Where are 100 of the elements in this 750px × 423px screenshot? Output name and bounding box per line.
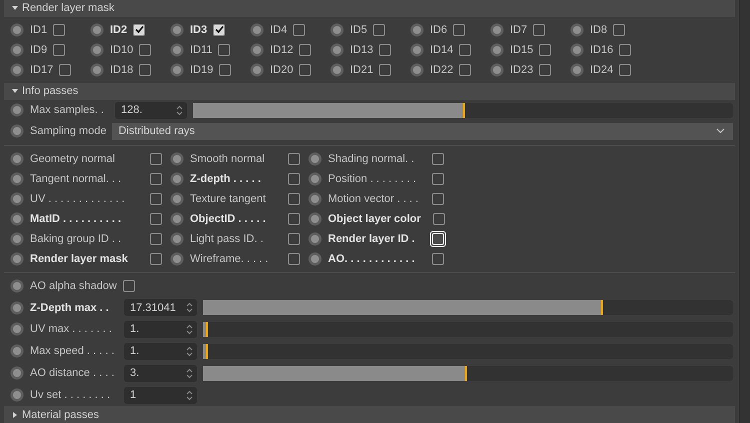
radio-icon[interactable] bbox=[570, 22, 584, 37]
dropdown[interactable]: Distributed rays bbox=[112, 122, 733, 140]
radio-icon[interactable] bbox=[170, 232, 184, 246]
checkbox[interactable] bbox=[150, 252, 162, 265]
radio-icon[interactable] bbox=[410, 42, 424, 57]
checkbox[interactable] bbox=[288, 212, 300, 225]
checkbox[interactable] bbox=[539, 44, 552, 56]
checkbox[interactable] bbox=[150, 232, 162, 245]
checkbox[interactable] bbox=[59, 64, 72, 76]
checkbox[interactable] bbox=[288, 232, 300, 245]
radio-icon[interactable] bbox=[10, 42, 24, 57]
radio-icon[interactable] bbox=[410, 22, 424, 37]
spinner-arrows-icon[interactable] bbox=[186, 346, 193, 357]
checkbox[interactable] bbox=[533, 24, 546, 36]
checkbox[interactable] bbox=[288, 172, 300, 185]
slider-track[interactable] bbox=[193, 102, 733, 118]
number-field[interactable]: 17.31041 bbox=[124, 299, 197, 316]
checkbox[interactable] bbox=[133, 24, 146, 36]
radio-icon[interactable] bbox=[10, 62, 24, 77]
radio-icon[interactable] bbox=[170, 152, 184, 166]
radio-icon[interactable] bbox=[10, 103, 24, 118]
radio-icon[interactable] bbox=[10, 212, 24, 226]
checkbox[interactable] bbox=[139, 44, 152, 56]
section-header[interactable]: Render layer mask bbox=[4, 0, 735, 17]
checkbox[interactable] bbox=[459, 44, 472, 56]
checkbox[interactable] bbox=[432, 172, 444, 185]
radio-icon[interactable] bbox=[10, 152, 24, 166]
radio-icon[interactable] bbox=[10, 300, 24, 314]
radio-icon[interactable] bbox=[170, 212, 184, 226]
checkbox[interactable] bbox=[539, 64, 552, 76]
radio-icon[interactable] bbox=[10, 232, 24, 246]
spinner-arrows-icon[interactable] bbox=[186, 324, 193, 335]
checkbox[interactable] bbox=[459, 64, 472, 76]
radio-icon[interactable] bbox=[10, 22, 24, 37]
number-field[interactable]: 1. bbox=[124, 320, 197, 338]
checkbox[interactable] bbox=[53, 24, 66, 36]
radio-icon[interactable] bbox=[570, 62, 584, 77]
radio-icon[interactable] bbox=[170, 22, 184, 37]
radio-icon[interactable] bbox=[410, 62, 424, 77]
checkbox[interactable] bbox=[150, 212, 162, 225]
radio-icon[interactable] bbox=[10, 279, 24, 294]
spinner-arrows-icon[interactable] bbox=[186, 390, 193, 401]
checkbox[interactable] bbox=[150, 172, 162, 185]
radio-icon[interactable] bbox=[308, 172, 322, 186]
radio-icon[interactable] bbox=[10, 192, 24, 206]
checkbox[interactable] bbox=[288, 192, 300, 205]
radio-icon[interactable] bbox=[570, 42, 584, 57]
section-header[interactable]: Material passes bbox=[4, 406, 735, 423]
spinner-arrows-icon[interactable] bbox=[176, 104, 183, 116]
checkbox[interactable] bbox=[373, 24, 386, 36]
radio-icon[interactable] bbox=[170, 172, 184, 186]
slider-track[interactable] bbox=[203, 344, 733, 359]
checkbox[interactable] bbox=[432, 152, 444, 165]
slider-track[interactable] bbox=[203, 366, 733, 381]
checkbox[interactable] bbox=[139, 64, 152, 76]
checkbox[interactable] bbox=[288, 252, 300, 265]
checkbox[interactable] bbox=[299, 64, 312, 76]
checkbox[interactable] bbox=[432, 192, 444, 205]
number-field[interactable]: 1 bbox=[124, 386, 197, 404]
radio-icon[interactable] bbox=[170, 192, 184, 206]
slider-track[interactable] bbox=[203, 322, 733, 337]
checkbox[interactable] bbox=[288, 152, 300, 165]
radio-icon[interactable] bbox=[90, 22, 104, 37]
radio-icon[interactable] bbox=[250, 42, 264, 57]
radio-icon[interactable] bbox=[308, 232, 322, 246]
checkbox[interactable] bbox=[53, 44, 66, 56]
radio-icon[interactable] bbox=[10, 252, 24, 266]
radio-icon[interactable] bbox=[330, 42, 344, 57]
checkbox[interactable] bbox=[293, 24, 306, 36]
radio-icon[interactable] bbox=[250, 62, 264, 77]
radio-icon[interactable] bbox=[308, 212, 322, 226]
radio-icon[interactable] bbox=[10, 344, 24, 358]
checkbox[interactable] bbox=[432, 212, 445, 225]
radio-icon[interactable] bbox=[10, 366, 24, 380]
checkbox[interactable] bbox=[453, 24, 466, 36]
radio-icon[interactable] bbox=[170, 252, 184, 266]
number-field[interactable]: 3. bbox=[124, 364, 197, 382]
radio-icon[interactable] bbox=[250, 22, 264, 37]
radio-icon[interactable] bbox=[170, 62, 184, 77]
checkbox[interactable] bbox=[213, 24, 226, 36]
radio-icon[interactable] bbox=[308, 252, 322, 266]
radio-icon[interactable] bbox=[490, 62, 504, 77]
radio-icon[interactable] bbox=[308, 192, 322, 206]
checkbox[interactable] bbox=[379, 44, 392, 56]
number-field[interactable]: 128. bbox=[115, 102, 187, 119]
checkbox[interactable] bbox=[379, 64, 392, 76]
radio-icon[interactable] bbox=[308, 152, 322, 166]
checkbox[interactable] bbox=[150, 152, 162, 165]
radio-icon[interactable] bbox=[490, 22, 504, 37]
radio-icon[interactable] bbox=[330, 62, 344, 77]
number-field[interactable]: 1. bbox=[124, 342, 197, 360]
section-header[interactable]: Info passes bbox=[4, 82, 735, 100]
checkbox[interactable] bbox=[432, 252, 444, 265]
radio-icon[interactable] bbox=[10, 172, 24, 186]
radio-icon[interactable] bbox=[10, 124, 24, 138]
spinner-arrows-icon[interactable] bbox=[186, 368, 193, 379]
radio-icon[interactable] bbox=[10, 388, 24, 402]
checkbox[interactable] bbox=[619, 44, 632, 56]
checkbox[interactable] bbox=[219, 64, 232, 76]
checkbox[interactable] bbox=[619, 64, 632, 76]
